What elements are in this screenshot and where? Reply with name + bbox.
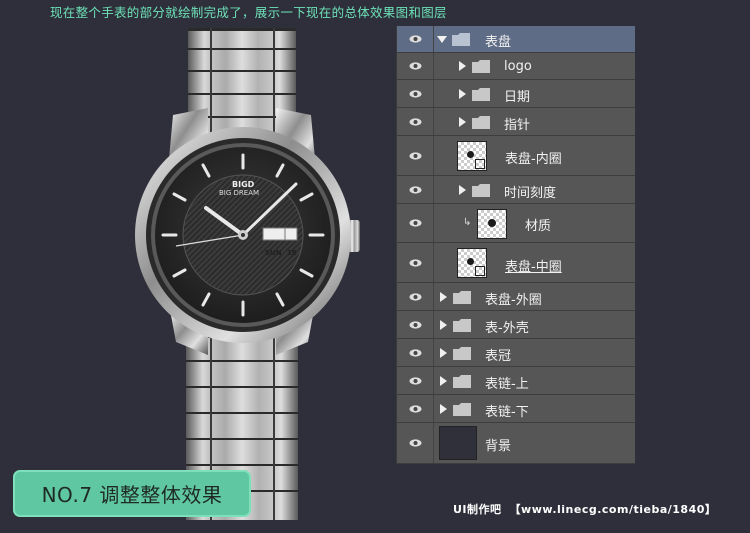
- layer-row-date[interactable]: 日期: [397, 80, 635, 108]
- chevron-right-icon[interactable]: [459, 61, 466, 71]
- folder-icon: [472, 184, 490, 197]
- visibility-toggle[interactable]: [397, 136, 434, 175]
- layer-label: 表冠: [485, 349, 512, 364]
- layer-label: 表链-上: [485, 377, 529, 392]
- layer-row-dial-inner[interactable]: 表盘-内圈: [397, 136, 635, 176]
- eye-icon: [409, 292, 421, 301]
- chevron-right-icon[interactable]: [440, 404, 447, 414]
- eye-icon: [409, 439, 421, 447]
- eye-icon: [409, 219, 421, 227]
- layer-label: 表盘-内圈: [505, 152, 562, 167]
- vector-mask-icon: [475, 159, 485, 169]
- step-title-button: NO.7 调整整体效果: [13, 470, 251, 517]
- visibility-toggle[interactable]: [397, 176, 434, 203]
- layer-label: logo: [504, 59, 532, 74]
- visibility-toggle[interactable]: [397, 311, 434, 338]
- folder-icon: [472, 60, 490, 73]
- folder-icon: [452, 33, 470, 46]
- layer-thumbnail: [457, 248, 487, 278]
- eye-icon: [409, 404, 421, 413]
- eye-icon: [409, 62, 421, 70]
- chevron-right-icon[interactable]: [440, 320, 447, 330]
- folder-icon: [472, 88, 490, 101]
- layer-label: 时间刻度: [504, 186, 557, 201]
- layer-row-strap-top[interactable]: 表链-上: [397, 367, 635, 395]
- visibility-toggle[interactable]: [397, 26, 434, 52]
- layer-thumbnail: [457, 141, 487, 171]
- layer-row-logo[interactable]: logo: [397, 53, 635, 80]
- folder-icon: [453, 403, 471, 416]
- footer-url: 【www.linecg.com/tieba/1840】: [509, 503, 717, 516]
- layer-row-hands[interactable]: 指针: [397, 108, 635, 136]
- layer-row-texture[interactable]: ↳ 材质: [397, 204, 635, 243]
- layer-row-strap-bottom[interactable]: 表链-下: [397, 395, 635, 423]
- eye-icon: [409, 185, 421, 194]
- layer-thumbnail: [439, 426, 477, 460]
- visibility-toggle[interactable]: [397, 53, 434, 79]
- visibility-toggle[interactable]: [397, 204, 434, 242]
- layer-label: 日期: [504, 90, 531, 105]
- layer-label: 表盘-中圈: [505, 260, 562, 275]
- chevron-right-icon[interactable]: [440, 348, 447, 358]
- layer-label: 背景: [485, 439, 512, 454]
- watch-brand: BIGD: [232, 180, 255, 189]
- layer-row-time-scale[interactable]: 时间刻度: [397, 176, 635, 204]
- layer-label: 材质: [525, 219, 552, 234]
- visibility-toggle[interactable]: [397, 339, 434, 366]
- folder-icon: [453, 291, 471, 304]
- eye-icon: [409, 376, 421, 385]
- layer-row-crown[interactable]: 表冠: [397, 339, 635, 367]
- chevron-right-icon[interactable]: [459, 117, 466, 127]
- date-day: SUN: [265, 249, 282, 257]
- folder-icon: [453, 375, 471, 388]
- layer-row-dial-outer[interactable]: 表盘-外圈: [397, 283, 635, 311]
- layer-label: 表-外壳: [485, 321, 529, 336]
- chevron-right-icon[interactable]: [459, 185, 466, 195]
- visibility-toggle[interactable]: [397, 283, 434, 310]
- layer-row-background[interactable]: 背景: [397, 423, 635, 464]
- eye-icon: [409, 35, 421, 43]
- layer-row-case[interactable]: 表-外壳: [397, 311, 635, 339]
- layer-label: 表盘-外圈: [485, 293, 542, 308]
- watch-brand-sub: BIG DREAM: [219, 189, 260, 197]
- clipping-mask-icon: ↳: [463, 217, 472, 228]
- date-number: 18: [287, 249, 297, 257]
- folder-icon: [453, 319, 471, 332]
- visibility-toggle[interactable]: [397, 80, 434, 107]
- chevron-right-icon[interactable]: [440, 292, 447, 302]
- eye-icon: [409, 320, 421, 329]
- footer-credit: UI制作吧 【www.linecg.com/tieba/1840】: [453, 501, 716, 517]
- visibility-toggle[interactable]: [397, 395, 434, 422]
- folder-icon: [453, 347, 471, 360]
- layer-row-dial-middle[interactable]: 表盘-中圈: [397, 243, 635, 283]
- eye-icon: [409, 89, 421, 98]
- visibility-toggle[interactable]: [397, 243, 434, 282]
- eye-icon: [409, 348, 421, 357]
- visibility-toggle[interactable]: [397, 423, 434, 463]
- layer-row-dial[interactable]: 表盘: [397, 26, 635, 53]
- eye-icon: [409, 117, 421, 126]
- watch-graphic: [135, 28, 360, 520]
- eye-icon: [409, 151, 421, 160]
- layer-label: 指针: [504, 118, 531, 133]
- layer-thumbnail: [477, 209, 507, 239]
- tutorial-caption: 现在整个手表的部分就绘制完成了，展示一下现在的总体效果图和图层: [50, 5, 447, 20]
- layer-label: 表盘: [485, 35, 512, 50]
- watch-illustration: BIGD BIG DREAM SUN 18: [128, 20, 378, 529]
- visibility-toggle[interactable]: [397, 367, 434, 394]
- vector-mask-icon: [475, 266, 485, 276]
- eye-icon: [409, 258, 421, 267]
- chevron-right-icon[interactable]: [440, 376, 447, 386]
- layer-label: 表链-下: [485, 405, 529, 420]
- layers-panel: 表盘 logo 日期 指针 表盘-内圈 时间刻度 ↳ 材质 表盘-中圈 表盘-外…: [396, 26, 635, 464]
- chevron-right-icon[interactable]: [459, 89, 466, 99]
- chevron-down-icon[interactable]: [437, 36, 447, 43]
- visibility-toggle[interactable]: [397, 108, 434, 135]
- footer-brand: UI制作吧: [453, 503, 502, 516]
- folder-icon: [472, 116, 490, 129]
